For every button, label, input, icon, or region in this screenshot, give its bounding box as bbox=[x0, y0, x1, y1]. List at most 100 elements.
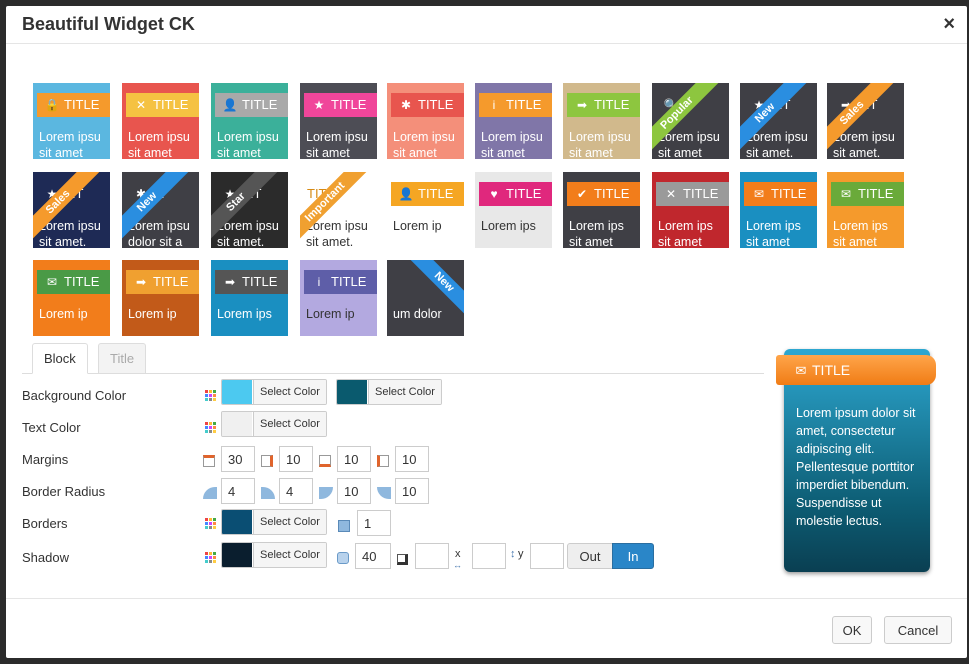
tile-title-bar: ➡ TITLE bbox=[126, 270, 199, 294]
tile-icon: ✕ bbox=[665, 187, 677, 201]
ok-button[interactable]: OK bbox=[832, 616, 872, 644]
gallery-style-tile[interactable]: ★TITLorem ipsusit amet.Star bbox=[211, 172, 288, 248]
tile-text-line: sit amet bbox=[306, 146, 350, 159]
close-icon[interactable]: × bbox=[943, 13, 955, 36]
radius-bottom-right-input[interactable]: 10 bbox=[337, 478, 371, 504]
gallery-style-tile[interactable]: ➡ TITLE Lorem ip bbox=[122, 260, 199, 336]
dialog-title: Beautiful Widget CK bbox=[22, 14, 195, 34]
tile-icon: ➡ bbox=[224, 275, 236, 289]
shadow-y-input[interactable] bbox=[530, 543, 564, 569]
tile-title-bar: i TITLE bbox=[479, 93, 552, 117]
border-width-icon bbox=[338, 520, 350, 532]
envelope-icon: ✉ bbox=[795, 363, 807, 378]
tile-title: TITLE bbox=[858, 186, 894, 201]
gallery-style-tile[interactable]: ★TITLorem ipsusit amet.Sales bbox=[33, 172, 110, 248]
border-width-input[interactable]: 1 bbox=[357, 510, 391, 536]
tile-text-line: Lorem ipsu bbox=[217, 130, 279, 144]
radius-top-left-input[interactable]: 4 bbox=[221, 478, 255, 504]
tile-text-line: Lorem ips bbox=[746, 219, 801, 233]
margin-left-input[interactable]: 10 bbox=[395, 446, 429, 472]
palette-icon bbox=[205, 422, 216, 433]
text-color-picker[interactable]: Select Color bbox=[221, 411, 327, 437]
select-color-button[interactable]: Select Color bbox=[368, 380, 441, 404]
tile-text-line: Lorem ips bbox=[658, 219, 713, 233]
tile-title: TITLE bbox=[331, 97, 367, 112]
tile-title: TITLE bbox=[153, 97, 189, 112]
tile-text-line: sit amet bbox=[833, 235, 877, 248]
gallery-style-tile[interactable]: ➡TITLorem ipsusit amet.Sales bbox=[827, 83, 904, 159]
margin-bottom-input[interactable]: 10 bbox=[337, 446, 371, 472]
tile-text-line: sit amet bbox=[658, 235, 702, 248]
tile-text: Lorem ips sit amet bbox=[569, 218, 640, 248]
tile-text-line: sit amet. bbox=[217, 235, 265, 248]
gallery-style-tile[interactable]: ➡ TITLE Lorem ips bbox=[211, 260, 288, 336]
gallery-style-tile[interactable]: ➡ TITLE Lorem ipsu sit amet bbox=[563, 83, 640, 159]
radius-top-left-icon bbox=[203, 487, 217, 499]
gallery-style-tile[interactable]: TIT Lorem ipsu sit amet. Important bbox=[300, 172, 377, 248]
gallery-style-tile[interactable]: ✕ TITLE Lorem ipsu sit amet bbox=[122, 83, 199, 159]
tile-title-bar: ✔ TITLE bbox=[567, 182, 640, 206]
tile-title: TITLE bbox=[64, 97, 100, 112]
background-color-picker-1[interactable]: Select Color bbox=[221, 379, 327, 405]
tile-title-bar: 👤 TITLE bbox=[215, 93, 288, 117]
margin-top-input[interactable]: 30 bbox=[221, 446, 255, 472]
margin-top-icon bbox=[203, 455, 215, 467]
tile-title: TITLE bbox=[418, 186, 454, 201]
gallery-style-tile[interactable]: ✱ TITLE Lorem ipsu sit amet bbox=[387, 83, 464, 159]
shadow-out-button[interactable]: Out bbox=[567, 543, 613, 569]
cancel-button[interactable]: Cancel bbox=[884, 616, 952, 644]
gallery-style-tile[interactable]: i TITLE Lorem ip bbox=[300, 260, 377, 336]
border-color-picker[interactable]: Select Color bbox=[221, 509, 327, 535]
preview-title-bar: ✉ TITLE bbox=[776, 355, 936, 385]
tile-text-line: sit amet. bbox=[746, 146, 794, 159]
shadow-blur-input[interactable]: 40 bbox=[355, 543, 391, 569]
gallery-style-tile[interactable]: ✉ TITLE Lorem ips sit amet bbox=[827, 172, 904, 248]
gallery-style-tile[interactable]: ✉ TITLE Lorem ip bbox=[33, 260, 110, 336]
gallery-style-tile[interactable]: i TITLE Lorem ipsu sit amet bbox=[475, 83, 552, 159]
tile-text: Lorem ipsu sit amet bbox=[217, 129, 288, 159]
tile-title: TITLE bbox=[594, 97, 630, 112]
gallery-style-tile[interactable]: um dolor New bbox=[387, 260, 464, 336]
tile-text-line: Lorem ips bbox=[481, 219, 536, 233]
tile-text: Lorem ip bbox=[306, 306, 377, 322]
gallery-style-tile[interactable]: ♥ TITLE Lorem ips bbox=[475, 172, 552, 248]
tile-title: TITLE bbox=[506, 186, 542, 201]
gallery-style-tile[interactable]: ✉ TITLE Lorem ips sit amet bbox=[740, 172, 817, 248]
gallery-style-tile[interactable]: ★ TITLE Lorem ipsu sit amet bbox=[300, 83, 377, 159]
shadow-x-input[interactable] bbox=[472, 543, 506, 569]
tile-icon: ✱ bbox=[400, 98, 412, 112]
gallery-style-tile[interactable]: 🔒 TITLE Lorem ipsu sit amet bbox=[33, 83, 110, 159]
margin-right-icon bbox=[261, 455, 273, 467]
palette-icon bbox=[205, 552, 216, 563]
gallery-style-tile[interactable]: ✕ TITLE Lorem ips sit amet bbox=[652, 172, 729, 248]
shadow-in-button[interactable]: In bbox=[612, 543, 654, 569]
tile-text: Lorem ipsu sit amet. bbox=[746, 129, 817, 159]
gallery-style-tile[interactable]: ✔ TITLE Lorem ips sit amet bbox=[563, 172, 640, 248]
margin-right-input[interactable]: 10 bbox=[279, 446, 313, 472]
select-color-button[interactable]: Select Color bbox=[253, 412, 326, 436]
gallery-style-tile[interactable]: 🔍 Lorem ipsu sit amet Popular bbox=[652, 83, 729, 159]
select-color-button[interactable]: Select Color bbox=[253, 380, 326, 404]
tile-title: TITLE bbox=[594, 186, 630, 201]
select-color-button[interactable]: Select Color bbox=[253, 510, 326, 534]
tile-icon: 👤 bbox=[222, 98, 238, 112]
gallery-style-tile[interactable]: ★TITLorem ipsusit amet.New bbox=[740, 83, 817, 159]
vertical-arrows-icon: ↕ bbox=[510, 548, 516, 560]
radius-top-right-input[interactable]: 4 bbox=[279, 478, 313, 504]
shadow-spread-input[interactable] bbox=[415, 543, 449, 569]
tile-text-line: sit amet bbox=[481, 146, 525, 159]
tab-title[interactable]: Title bbox=[98, 343, 147, 374]
tab-block[interactable]: Block bbox=[32, 343, 88, 374]
radius-bottom-left-input[interactable]: 10 bbox=[395, 478, 429, 504]
tile-title: TITLE bbox=[64, 274, 100, 289]
gallery-style-tile[interactable]: ✱TILorem ipsudolor sit aNew bbox=[122, 172, 199, 248]
gallery-style-tile[interactable]: 👤 TITLE Lorem ipsu sit amet bbox=[211, 83, 288, 159]
background-color-picker-2[interactable]: Select Color bbox=[336, 379, 442, 405]
gallery-style-tile[interactable]: 👤 TITLE Lorem ip bbox=[387, 172, 464, 248]
margins-label: Margins bbox=[22, 452, 69, 467]
shadow-color-picker[interactable]: Select Color bbox=[221, 542, 327, 568]
select-color-button[interactable]: Select Color bbox=[253, 543, 326, 567]
tile-text-line: sit amet bbox=[39, 146, 83, 159]
tile-title-bar: ➡ TITLE bbox=[567, 93, 640, 117]
tile-title-bar: ✉ TITLE bbox=[744, 182, 817, 206]
